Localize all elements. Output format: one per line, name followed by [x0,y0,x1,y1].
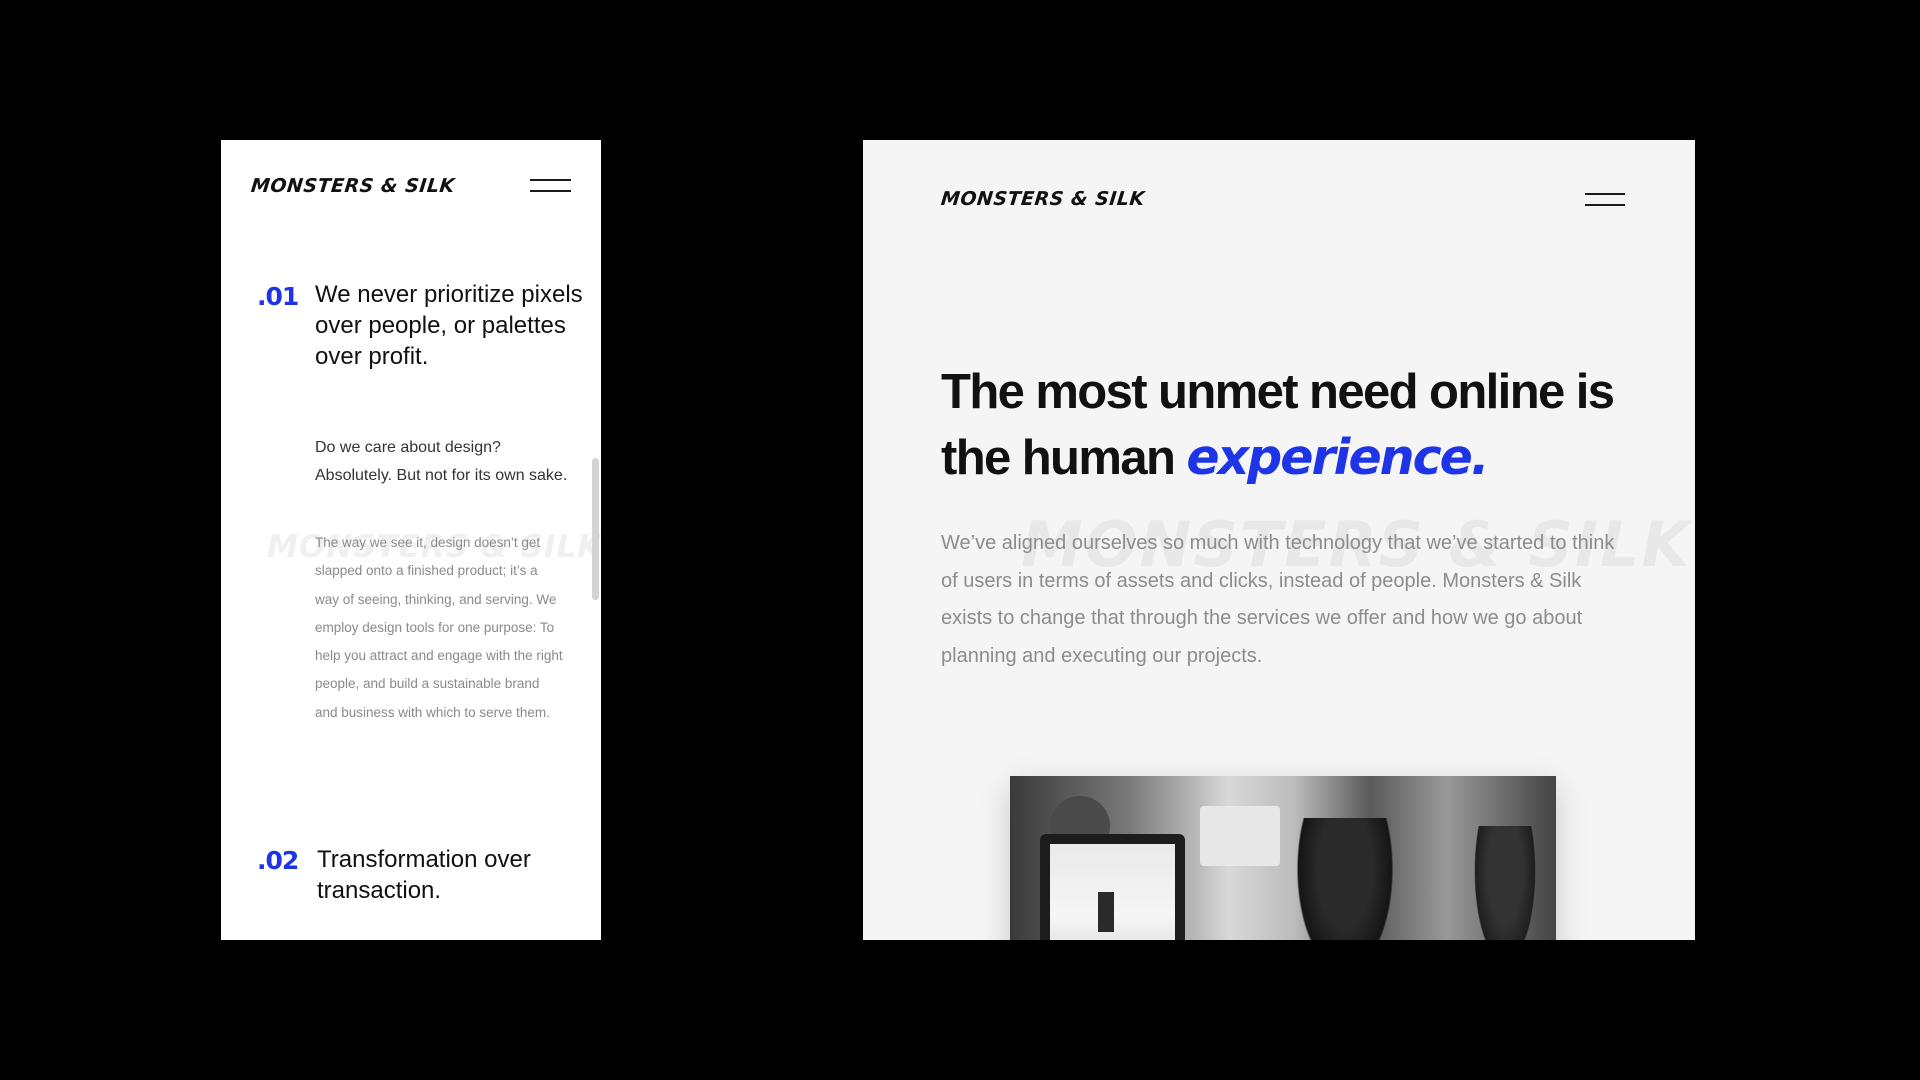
hamburger-line [530,190,571,192]
hero-headline: The most unmet need online is the human … [941,360,1661,491]
section-number: .01 [257,282,299,311]
headline-accent: experience. [1186,429,1489,486]
desktop-mockup: MONSTERS & SILK The most unmet need onli… [863,140,1695,940]
foreground-person [1290,818,1400,940]
section-heading: Transformation over transaction. [317,846,531,904]
monitor [1200,806,1280,866]
screen-element [1098,892,1114,932]
scrollbar-thumb[interactable] [592,458,599,600]
hamburger-icon[interactable] [1585,192,1625,208]
hamburger-line [530,179,571,181]
section-lead: Do we care about design? Absolutely. But… [315,439,568,484]
mobile-mockup: MONSTERS & SILK MONSTERS & SILK .01 We n… [221,140,601,940]
section-number: .02 [257,846,299,875]
hamburger-line [1585,204,1625,206]
team-photo [1010,776,1556,940]
background-person [1470,826,1540,940]
section-body: The way we see it, design doesn’t get sl… [315,535,563,720]
hero-paragraph: We’ve aligned ourselves so much with tec… [941,532,1615,668]
laptop [1040,834,1185,940]
presentation-stage: MONSTERS & SILK MONSTERS & SILK .01 We n… [0,0,1920,1080]
hamburger-line [1585,193,1625,195]
brand-logo[interactable]: MONSTERS & SILK [940,188,1146,210]
hamburger-icon[interactable] [530,178,571,194]
brand-logo[interactable]: MONSTERS & SILK [250,175,456,197]
section-heading: We never prioritize pixels over people, … [315,281,583,370]
